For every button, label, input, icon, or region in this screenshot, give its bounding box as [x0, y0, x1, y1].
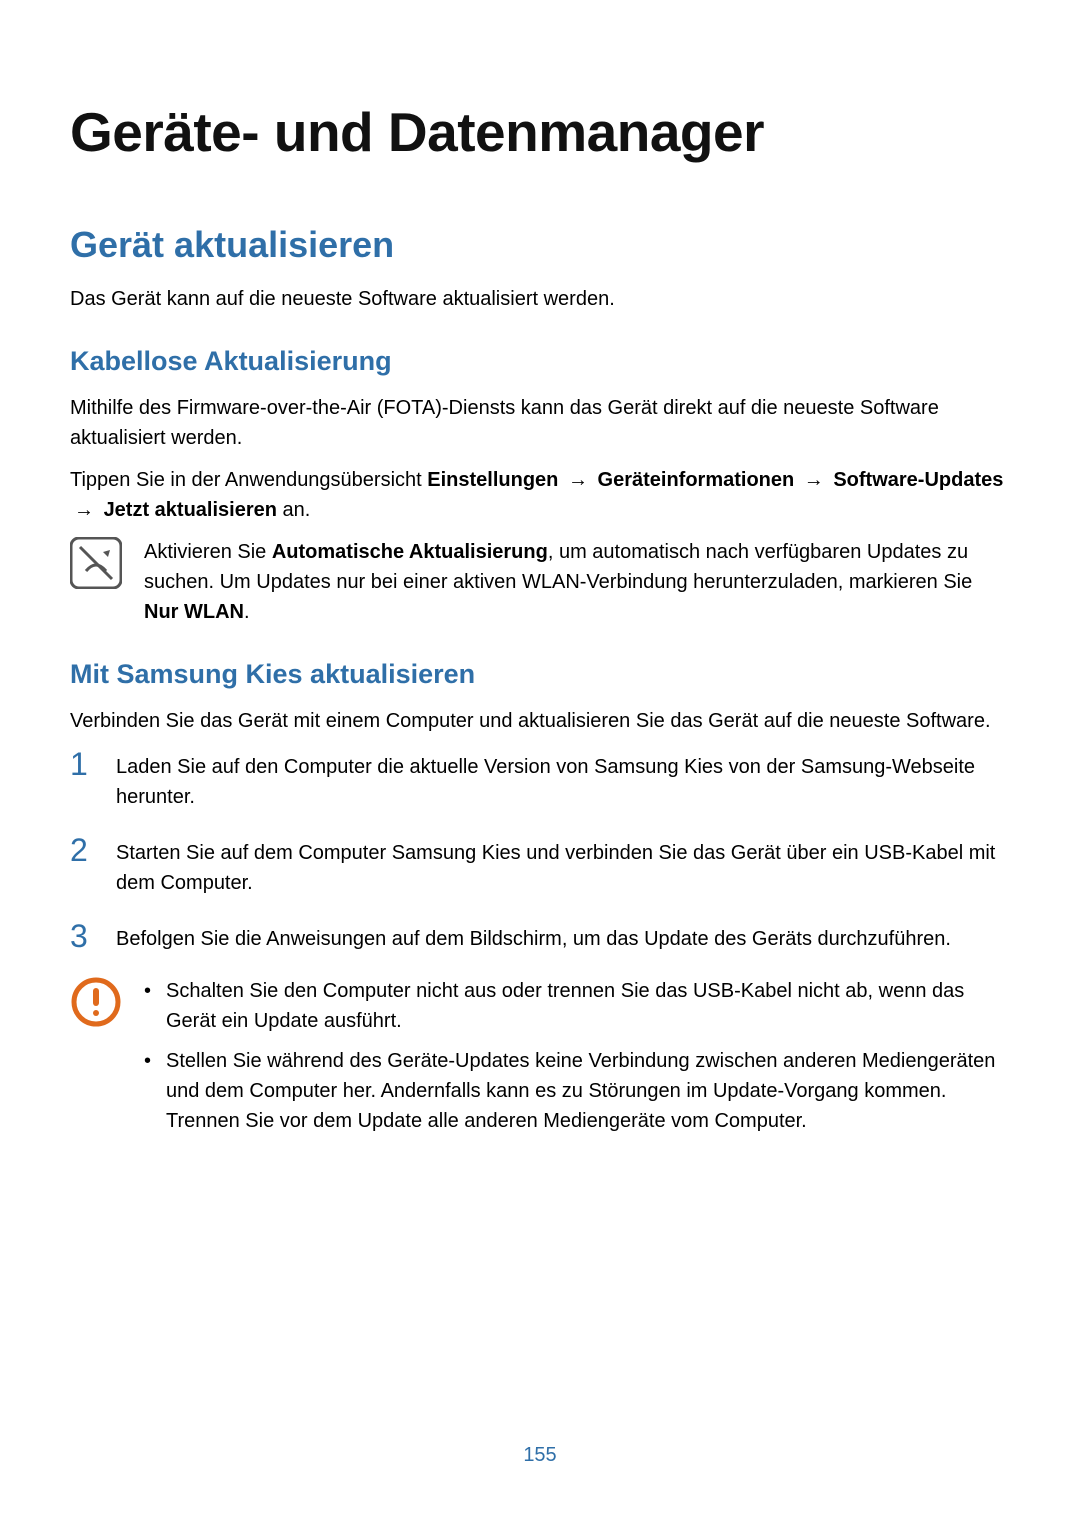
subsection-kies-update: Mit Samsung Kies aktualisieren	[70, 659, 1010, 690]
section-intro: Das Gerät kann auf die neueste Software …	[70, 284, 1010, 314]
step-item: 2 Starten Sie auf dem Computer Samsung K…	[70, 834, 1010, 898]
bullet-text: Schalten Sie den Computer nicht aus oder…	[166, 976, 1010, 1036]
step-text: Laden Sie auf den Computer die aktuelle …	[116, 748, 1010, 812]
arrow-icon: →	[564, 469, 592, 491]
menu-path-item: Jetzt aktualisieren	[104, 499, 277, 521]
warning-block: • Schalten Sie den Computer nicht aus od…	[70, 976, 1010, 1146]
wireless-p2: Tippen Sie in der Anwendungsübersicht Ei…	[70, 465, 1010, 525]
menu-path-item: Geräteinformationen	[598, 469, 795, 491]
list-item: • Schalten Sie den Computer nicht aus od…	[144, 976, 1010, 1036]
menu-path-item: Einstellungen	[427, 469, 558, 491]
text-run: Aktivieren Sie	[144, 541, 272, 563]
section-heading-update-device: Gerät aktualisieren	[70, 224, 1010, 266]
text-run: an.	[277, 499, 310, 521]
bullet-text: Stellen Sie während des Geräte-Updates k…	[166, 1046, 1010, 1136]
note-text: Aktivieren Sie Automatische Aktualisieru…	[144, 537, 1010, 627]
page-title: Geräte- und Datenmanager	[70, 100, 1010, 164]
list-item: • Stellen Sie während des Geräte-Updates…	[144, 1046, 1010, 1136]
warning-list: • Schalten Sie den Computer nicht aus od…	[144, 976, 1010, 1146]
bold-term: Automatische Aktualisierung	[272, 541, 548, 563]
menu-path-item: Software-Updates	[833, 469, 1003, 491]
page-content: Geräte- und Datenmanager Gerät aktualisi…	[0, 0, 1080, 1146]
steps-list: 1 Laden Sie auf den Computer die aktuell…	[70, 748, 1010, 954]
step-item: 3 Befolgen Sie die Anweisungen auf dem B…	[70, 920, 1010, 954]
kies-intro: Verbinden Sie das Gerät mit einem Comput…	[70, 706, 1010, 736]
text-run: .	[244, 601, 250, 623]
subsection-wireless-update: Kabellose Aktualisierung	[70, 346, 1010, 377]
page-number: 155	[0, 1444, 1080, 1467]
step-item: 1 Laden Sie auf den Computer die aktuell…	[70, 748, 1010, 812]
step-number: 1	[70, 748, 100, 780]
arrow-icon: →	[70, 499, 98, 521]
wireless-p1: Mithilfe des Firmware-over-the-Air (FOTA…	[70, 393, 1010, 453]
note-block: Aktivieren Sie Automatische Aktualisieru…	[70, 537, 1010, 627]
bullet-icon: •	[144, 1046, 154, 1076]
note-icon	[70, 537, 122, 589]
step-number: 2	[70, 834, 100, 866]
warning-icon	[70, 976, 122, 1028]
bullet-icon: •	[144, 976, 154, 1006]
arrow-icon: →	[800, 469, 828, 491]
text-run: Tippen Sie in der Anwendungsübersicht	[70, 469, 427, 491]
bold-term: Nur WLAN	[144, 601, 244, 623]
step-text: Befolgen Sie die Anweisungen auf dem Bil…	[116, 920, 1010, 954]
step-text: Starten Sie auf dem Computer Samsung Kie…	[116, 834, 1010, 898]
step-number: 3	[70, 920, 100, 952]
